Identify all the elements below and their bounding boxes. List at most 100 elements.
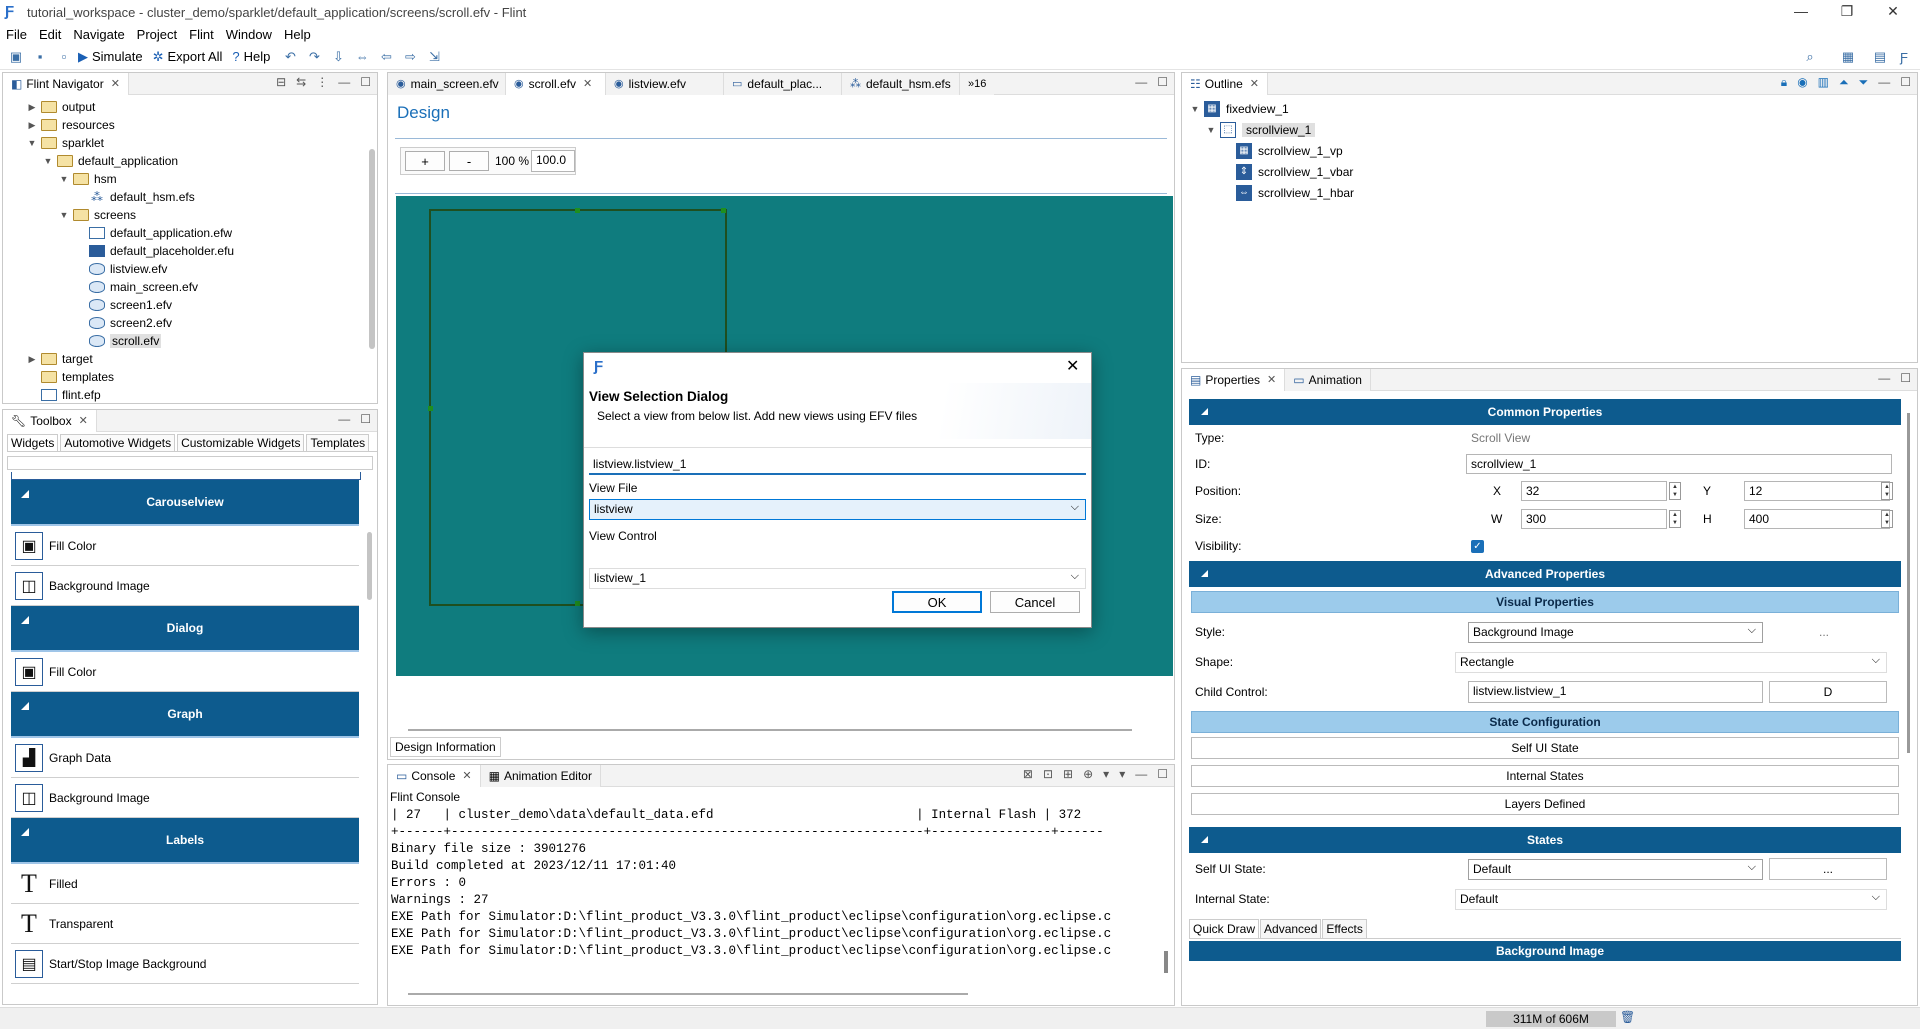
states-header[interactable]: States (1189, 827, 1901, 853)
width-field[interactable]: 300 (1521, 509, 1667, 529)
style-select[interactable]: Background Image ⌵ (1468, 621, 1763, 643)
self-ui-state-more-button[interactable]: ... (1769, 858, 1887, 880)
collapse-icon[interactable]: ⊟ (276, 75, 286, 89)
height-stepper[interactable]: ▲ ▼ (1881, 510, 1893, 528)
toolbox-item[interactable]: T Transparent (11, 904, 359, 944)
tree-item[interactable]: main_screen.efv (3, 278, 377, 296)
flint-perspective-icon[interactable]: Ƒ (1894, 47, 1914, 67)
delete-icon[interactable]: ▥ (1818, 75, 1829, 90)
menu-navigate[interactable]: Navigate (73, 27, 124, 42)
view-file-select[interactable]: listview ⌵ (589, 499, 1086, 520)
editor-tab-overflow[interactable]: »16 (960, 72, 995, 95)
tree-item[interactable]: templates (3, 368, 377, 386)
link-icon[interactable]: ⇆ (296, 75, 306, 89)
toolbox-tab-1[interactable]: Automotive Widgets (60, 434, 176, 451)
expand-toggle-icon[interactable]: ▼ (1206, 125, 1216, 135)
toolbox-group-header[interactable]: Labels (11, 818, 359, 864)
eye-icon[interactable]: ◉ (1797, 75, 1807, 90)
menu-edit[interactable]: Edit (39, 27, 61, 42)
horizontal-scrollbar[interactable] (408, 729, 1132, 731)
scrollbar[interactable] (369, 149, 375, 349)
maximize-icon[interactable]: ☐ (360, 75, 371, 89)
y-field[interactable]: 12 (1744, 481, 1890, 501)
minimize-icon[interactable]: — (1135, 767, 1147, 781)
close-icon[interactable]: ✕ (462, 769, 471, 782)
ok-button[interactable]: OK (892, 591, 982, 613)
internal-state-select[interactable]: Default ⌵ (1455, 888, 1887, 910)
property-tab-1[interactable]: Advanced (1260, 919, 1322, 938)
zoom-value-input[interactable]: 100.0 (531, 150, 575, 172)
horizontal-scrollbar[interactable] (408, 993, 968, 995)
move-down-icon[interactable]: ⏷ (1859, 75, 1869, 90)
id-field[interactable]: scrollview_1 (1466, 454, 1892, 474)
menu-flint[interactable]: Flint (189, 27, 214, 42)
resize-handle[interactable] (575, 601, 580, 606)
close-icon[interactable]: ✕ (1267, 373, 1276, 386)
editor-tab[interactable]: ◉ listview.efv (606, 72, 724, 95)
external-tool-icon[interactable]: ⇲ (424, 47, 444, 67)
lock-icon[interactable]: 🔒︎ (1781, 75, 1787, 90)
word-wrap-icon[interactable]: ⊞ (1063, 767, 1073, 781)
editor-tab[interactable]: ◉ scroll.efv ✕ (506, 72, 606, 95)
perspective-icon[interactable]: ▦ (1838, 47, 1858, 67)
outline-item[interactable]: ▼ ▦ fixedview_1 (1182, 98, 1917, 119)
resource-perspective-icon[interactable]: ▤ (1870, 47, 1890, 67)
width-stepper[interactable]: ▲ ▼ (1669, 510, 1681, 528)
toolbox-item[interactable]: T Filled (11, 864, 359, 904)
toolbox-group-header[interactable]: Graph (11, 692, 359, 738)
maximize-icon[interactable]: ☐ (1157, 75, 1168, 89)
toolbox-item[interactable]: ▣ Fill Color (11, 652, 359, 692)
tree-item[interactable]: ▼ sparklet (3, 134, 377, 152)
common-properties-header[interactable]: Common Properties (1189, 399, 1901, 425)
cancel-button[interactable]: Cancel (990, 591, 1080, 613)
minimize-icon[interactable]: — (338, 75, 350, 89)
scrollbar[interactable] (1907, 413, 1910, 753)
tree-item[interactable]: ▼ hsm (3, 170, 377, 188)
tree-item[interactable]: default_application.efw (3, 224, 377, 242)
zoom-out-button[interactable]: - (449, 151, 489, 171)
expand-toggle-icon[interactable]: ▼ (59, 210, 69, 220)
toolbox-group-header[interactable]: Carouselview (11, 480, 359, 526)
tab-flint-navigator[interactable]: ◧ Flint Navigator ✕ (3, 72, 129, 95)
x-field[interactable]: 32 (1521, 481, 1667, 501)
menu-window[interactable]: Window (226, 27, 272, 42)
tree-item[interactable]: ▶ output (3, 98, 377, 116)
toolbox-item[interactable]: ◫ Background Image (11, 566, 359, 606)
scroll-lock-icon[interactable]: ⊡ (1043, 767, 1053, 781)
self-ui-state-select[interactable]: Default ⌵ (1468, 858, 1763, 880)
new-icon[interactable]: ▣ (6, 47, 26, 67)
tree-item[interactable]: ▼ screens (3, 206, 377, 224)
view-search-input[interactable]: listview.listview_1 (589, 455, 1086, 475)
toolbox-item[interactable]: ▣ Fill Color (11, 526, 359, 566)
tree-item[interactable]: ▶ target (3, 350, 377, 368)
tab-properties[interactable]: ▤ Properties ✕ (1182, 369, 1286, 391)
tab-animation[interactable]: ▭ Animation (1285, 369, 1371, 391)
toolbox-item[interactable]: ◫ Background Image (11, 778, 359, 818)
display-console-icon[interactable]: ▾ (1103, 767, 1109, 781)
save-all-icon[interactable]: ▫ (54, 47, 74, 67)
close-icon[interactable]: ✕ (111, 77, 120, 90)
maximize-icon[interactable]: ☐ (1157, 767, 1168, 781)
save-icon[interactable]: ▪ (30, 47, 50, 67)
internal-states-button[interactable]: Internal States (1191, 765, 1899, 787)
expand-toggle-icon[interactable]: ▼ (59, 174, 69, 184)
tab-outline[interactable]: ☷ Outline ✕ (1182, 72, 1269, 95)
tree-item[interactable]: scroll.efv (3, 332, 377, 350)
toolbox-tab-3[interactable]: Templates (306, 434, 370, 451)
tree-item[interactable]: screen1.efv (3, 296, 377, 314)
minimize-icon[interactable]: — (1135, 75, 1147, 89)
move-up-icon[interactable]: ⏶ (1839, 75, 1849, 90)
tab-design-information[interactable]: Design Information (390, 737, 501, 757)
advanced-properties-header[interactable]: Advanced Properties (1189, 561, 1901, 587)
toolbox-item[interactable]: ▟ Graph Data (11, 738, 359, 778)
height-field[interactable]: 400 (1744, 509, 1890, 529)
tree-item[interactable]: ▶ resources (3, 116, 377, 134)
close-icon[interactable]: ✕ (1250, 77, 1259, 90)
editor-tab[interactable]: ◉ main_screen.efv (388, 72, 506, 95)
tree-item[interactable]: ⁂ default_hsm.efs (3, 188, 377, 206)
scrollbar[interactable] (367, 532, 372, 600)
editor-tab[interactable]: ⁂ default_hsm.efs (842, 72, 960, 95)
resize-handle[interactable] (721, 208, 726, 213)
export-all-button[interactable]: ✲ Export All (153, 49, 223, 65)
search-icon[interactable]: ⌕ (1800, 47, 1820, 67)
